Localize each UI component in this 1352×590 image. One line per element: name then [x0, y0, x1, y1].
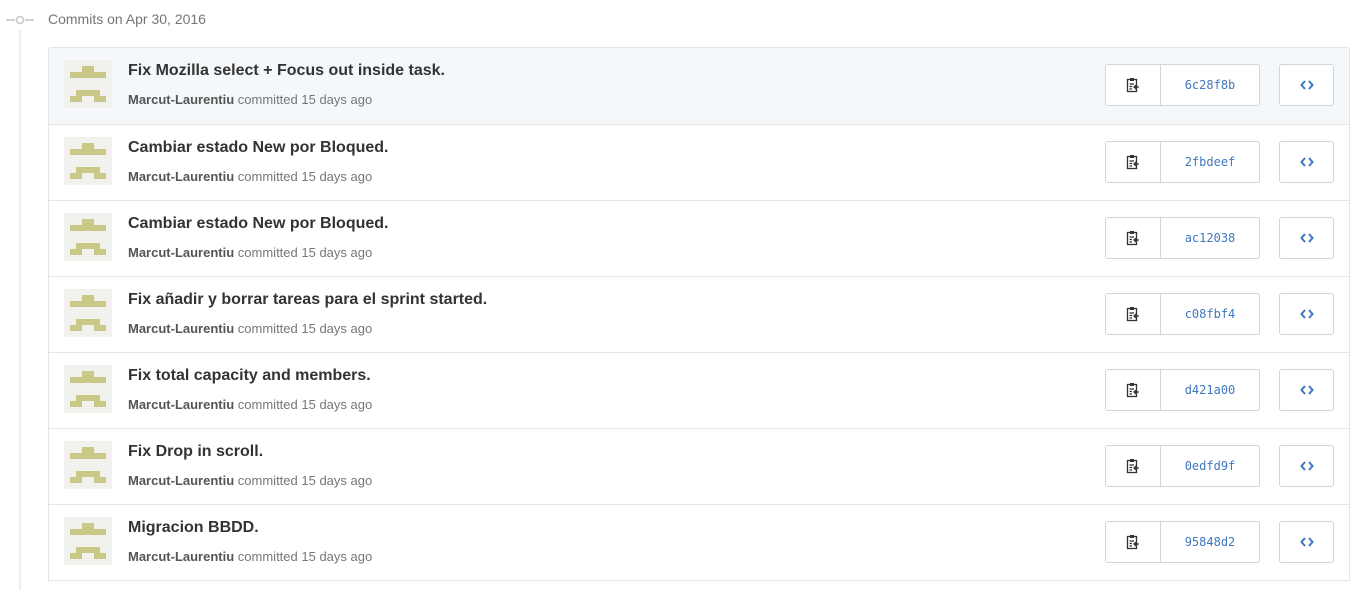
commit-time: committed 15 days ago — [237, 549, 373, 564]
code-icon — [1299, 157, 1314, 167]
sha-button-group: ac12038 — [1105, 217, 1260, 259]
copy-sha-button[interactable] — [1106, 142, 1161, 182]
commit-row: Cambiar estado New por Bloqued. Marcut-L… — [49, 201, 1349, 277]
avatar[interactable] — [64, 213, 112, 261]
copy-sha-button[interactable] — [1106, 294, 1161, 334]
avatar[interactable] — [64, 441, 112, 489]
avatar[interactable] — [64, 517, 112, 565]
sha-button-group: 6c28f8b — [1105, 64, 1260, 106]
commit-sha-link[interactable]: c08fbf4 — [1161, 294, 1259, 334]
commit-message-link[interactable]: Fix total capacity and members. — [128, 367, 371, 385]
commit-author-link[interactable]: Marcut-Laurentiu — [128, 321, 234, 336]
identicon-icon — [70, 447, 106, 483]
browse-tree-button[interactable] — [1279, 293, 1334, 335]
commit-sha-link[interactable]: 2fbdeef — [1161, 142, 1259, 182]
commit-row: Fix añadir y borrar tareas para el sprin… — [49, 277, 1349, 353]
commit-author-link[interactable]: Marcut-Laurentiu — [128, 245, 234, 260]
commit-meta: Marcut-Laurentiu committed 15 days ago — [128, 397, 372, 412]
commit-meta: Marcut-Laurentiu committed 15 days ago — [128, 169, 372, 184]
code-icon — [1299, 385, 1314, 395]
commit-author-link[interactable]: Marcut-Laurentiu — [128, 549, 234, 564]
commit-sha-link[interactable]: 0edfd9f — [1161, 446, 1259, 486]
sha-button-group: d421a00 — [1105, 369, 1260, 411]
copy-sha-button[interactable] — [1106, 522, 1161, 562]
sha-button-group: 95848d2 — [1105, 521, 1260, 563]
commit-meta: Marcut-Laurentiu committed 15 days ago — [128, 473, 372, 488]
identicon-icon — [70, 295, 106, 331]
sha-button-group: c08fbf4 — [1105, 293, 1260, 335]
commit-message-link[interactable]: Migracion BBDD. — [128, 519, 259, 537]
clippy-icon — [1126, 535, 1139, 550]
commit-sha-link[interactable]: 95848d2 — [1161, 522, 1259, 562]
identicon-icon — [70, 66, 106, 102]
commit-meta: Marcut-Laurentiu committed 15 days ago — [128, 549, 372, 564]
commit-time: committed 15 days ago — [237, 321, 373, 336]
identicon-icon — [70, 523, 106, 559]
code-icon — [1299, 233, 1314, 243]
avatar[interactable] — [64, 137, 112, 185]
copy-sha-button[interactable] — [1106, 65, 1161, 105]
commit-row: Fix Drop in scroll. Marcut-Laurentiu com… — [49, 429, 1349, 505]
commit-row: Fix total capacity and members. Marcut-L… — [49, 353, 1349, 429]
commit-message-link[interactable]: Cambiar estado New por Bloqued. — [128, 215, 388, 233]
code-icon — [1299, 461, 1314, 471]
browse-tree-button[interactable] — [1279, 141, 1334, 183]
browse-tree-button[interactable] — [1279, 369, 1334, 411]
identicon-icon — [70, 143, 106, 179]
code-icon — [1299, 309, 1314, 319]
sha-button-group: 0edfd9f — [1105, 445, 1260, 487]
commit-group-title: Commits on Apr 30, 2016 — [48, 11, 206, 27]
identicon-icon — [70, 371, 106, 407]
clippy-icon — [1126, 78, 1139, 93]
commit-meta: Marcut-Laurentiu committed 15 days ago — [128, 245, 372, 260]
commit-message-link[interactable]: Fix Mozilla select + Focus out inside ta… — [128, 62, 445, 80]
commit-message-link[interactable]: Cambiar estado New por Bloqued. — [128, 139, 388, 157]
commit-time: committed 15 days ago — [237, 245, 373, 260]
commit-sha-link[interactable]: 6c28f8b — [1161, 65, 1259, 105]
commit-meta: Marcut-Laurentiu committed 15 days ago — [128, 321, 372, 336]
commit-author-link[interactable]: Marcut-Laurentiu — [128, 169, 234, 184]
clippy-icon — [1126, 231, 1139, 246]
commit-time: committed 15 days ago — [237, 473, 373, 488]
avatar[interactable] — [64, 365, 112, 413]
timeline-line — [19, 30, 21, 590]
identicon-icon — [70, 219, 106, 255]
avatar[interactable] — [64, 60, 112, 108]
browse-tree-button[interactable] — [1279, 64, 1334, 106]
commit-author-link[interactable]: Marcut-Laurentiu — [128, 92, 234, 107]
commit-message-link[interactable]: Fix añadir y borrar tareas para el sprin… — [128, 291, 487, 309]
clippy-icon — [1126, 459, 1139, 474]
commit-list: Fix Mozilla select + Focus out inside ta… — [48, 47, 1350, 581]
git-commit-icon — [6, 15, 34, 25]
commit-time: committed 15 days ago — [237, 397, 373, 412]
browse-tree-button[interactable] — [1279, 217, 1334, 259]
clippy-icon — [1126, 155, 1139, 170]
commit-row: Cambiar estado New por Bloqued. Marcut-L… — [49, 125, 1349, 201]
clippy-icon — [1126, 307, 1139, 322]
browse-tree-button[interactable] — [1279, 521, 1334, 563]
commit-row: Fix Mozilla select + Focus out inside ta… — [49, 48, 1349, 125]
commit-time: committed 15 days ago — [237, 169, 373, 184]
commit-sha-link[interactable]: d421a00 — [1161, 370, 1259, 410]
sha-button-group: 2fbdeef — [1105, 141, 1260, 183]
commit-meta: Marcut-Laurentiu committed 15 days ago — [128, 92, 372, 107]
copy-sha-button[interactable] — [1106, 218, 1161, 258]
commit-message-link[interactable]: Fix Drop in scroll. — [128, 443, 263, 461]
avatar[interactable] — [64, 289, 112, 337]
commit-time: committed 15 days ago — [237, 92, 373, 107]
copy-sha-button[interactable] — [1106, 446, 1161, 486]
commit-author-link[interactable]: Marcut-Laurentiu — [128, 473, 234, 488]
code-icon — [1299, 80, 1314, 90]
commit-author-link[interactable]: Marcut-Laurentiu — [128, 397, 234, 412]
clippy-icon — [1126, 383, 1139, 398]
copy-sha-button[interactable] — [1106, 370, 1161, 410]
commit-sha-link[interactable]: ac12038 — [1161, 218, 1259, 258]
code-icon — [1299, 537, 1314, 547]
commit-row: Migracion BBDD. Marcut-Laurentiu committ… — [49, 505, 1349, 581]
browse-tree-button[interactable] — [1279, 445, 1334, 487]
commit-group-header: Commits on Apr 30, 2016 — [0, 0, 1352, 38]
